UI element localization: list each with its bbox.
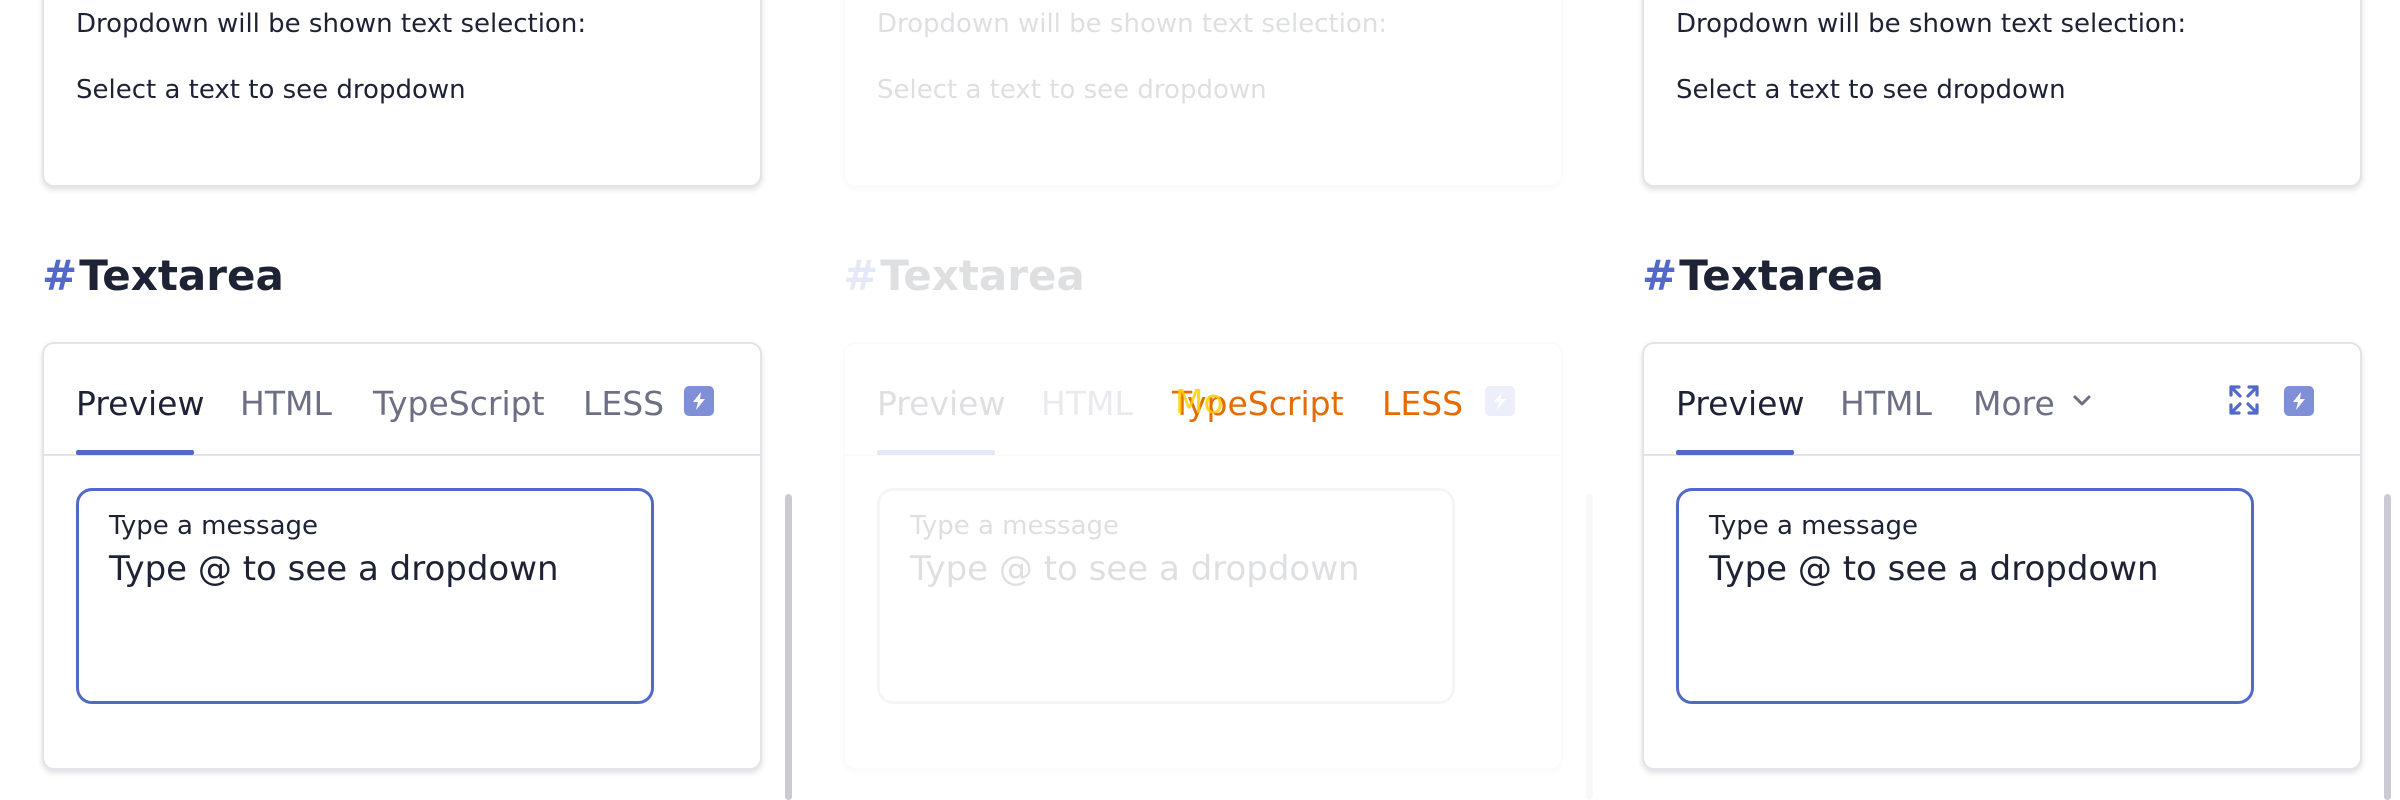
textarea-value[interactable]: Type @ to see a dropdown (910, 547, 1360, 591)
textarea-label: Type a message (109, 511, 319, 541)
tab-less[interactable]: LESS (1382, 382, 1463, 426)
panel-1: Dropdown will be shown text selection: S… (42, 0, 762, 800)
anchor-link[interactable]: # (843, 251, 878, 300)
text-selection-card: Dropdown will be shown text selection: S… (843, 0, 1563, 187)
tab-html[interactable]: HTML (1041, 382, 1133, 426)
section-title: Textarea (79, 251, 284, 300)
lightning-icon[interactable] (1485, 386, 1515, 416)
anchor-link[interactable]: # (1642, 251, 1677, 300)
anchor-link[interactable]: # (42, 251, 77, 300)
tab-preview[interactable]: Preview (76, 382, 204, 426)
message-textarea[interactable]: Type a message Type @ to see a dropdown (76, 488, 654, 704)
card-hint[interactable]: Select a text to see dropdown (76, 72, 466, 108)
section-heading: #Textarea (42, 250, 284, 302)
textarea-label: Type a message (910, 511, 1120, 541)
tab-bar: Preview HTML TypeScript LESS (44, 344, 760, 456)
textarea-value[interactable]: Type @ to see a dropdown (109, 547, 559, 591)
tab-html[interactable]: HTML (1840, 382, 1932, 426)
active-tab-indicator (1676, 450, 1794, 455)
scrollbar[interactable] (785, 494, 792, 800)
tab-html[interactable]: HTML (240, 382, 332, 426)
chevron-down-icon[interactable] (2072, 394, 2092, 408)
tab-typescript-ghost: Mo (1175, 382, 1224, 421)
section-heading: #Textarea (843, 250, 1085, 302)
textarea-label: Type a message (1709, 511, 1919, 541)
scrollbar[interactable] (1586, 494, 1593, 800)
section-heading: #Textarea (1642, 250, 1884, 302)
text-selection-card: Dropdown will be shown text selection: S… (1642, 0, 2362, 187)
tab-bar: Preview HTML More (1644, 344, 2360, 456)
card-hint[interactable]: Select a text to see dropdown (1676, 72, 2066, 108)
section-title: Textarea (880, 251, 1085, 300)
tab-less[interactable]: LESS (583, 382, 664, 426)
message-textarea[interactable]: Type a message Type @ to see a dropdown (1676, 488, 2254, 704)
tab-preview[interactable]: Preview (1676, 382, 1804, 426)
tab-preview[interactable]: Preview (877, 382, 1005, 426)
expand-icon[interactable] (2228, 384, 2260, 416)
textarea-value[interactable]: Type @ to see a dropdown (1709, 547, 2159, 591)
lightning-icon[interactable] (2284, 386, 2314, 416)
section-title: Textarea (1679, 251, 1884, 300)
active-tab-indicator (76, 450, 194, 455)
text-selection-card: Dropdown will be shown text selection: S… (42, 0, 762, 187)
tab-more[interactable]: More (1973, 382, 2055, 426)
example-card: Preview HTML TypeScript LESS Type a mess… (42, 342, 762, 770)
card-hint[interactable]: Select a text to see dropdown (877, 72, 1267, 108)
card-description: Dropdown will be shown text selection: (1676, 9, 2187, 39)
example-card: Preview HTML More Type a message Type @ … (1642, 342, 2362, 770)
scrollbar[interactable] (2384, 494, 2391, 800)
card-description: Dropdown will be shown text selection: (76, 9, 587, 39)
lightning-icon[interactable] (684, 386, 714, 416)
card-description: Dropdown will be shown text selection: (877, 9, 1388, 39)
panel-3: Dropdown will be shown text selection: S… (1642, 0, 2362, 800)
message-textarea[interactable]: Type a message Type @ to see a dropdown (877, 488, 1455, 704)
tab-typescript[interactable]: TypeScript (373, 382, 545, 426)
active-tab-indicator (877, 450, 995, 455)
